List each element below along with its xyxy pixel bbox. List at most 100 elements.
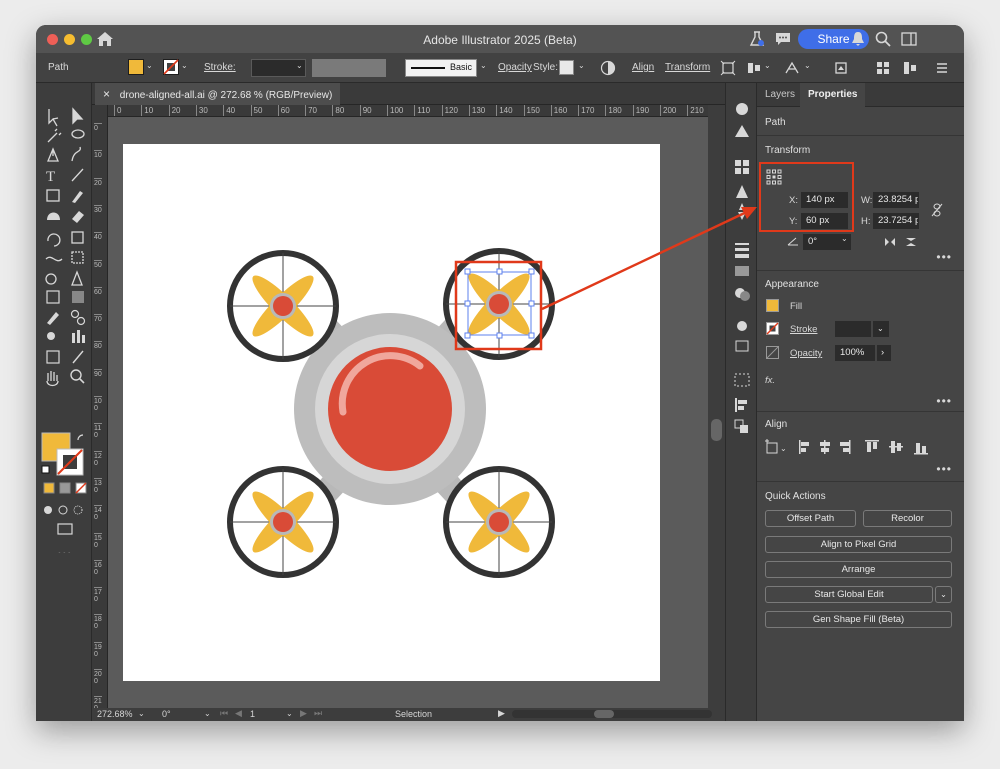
- default-fill-stroke-icon[interactable]: [41, 465, 50, 474]
- align-panel-icon[interactable]: [735, 398, 737, 412]
- recolor-artwork-icon[interactable]: [600, 60, 616, 76]
- align-to-pixel-grid-button[interactable]: Align to Pixel Grid: [765, 536, 952, 553]
- recolor-button[interactable]: Recolor: [863, 510, 952, 527]
- fill-color-swatch[interactable]: [128, 59, 144, 75]
- align-bottom-icon[interactable]: [914, 443, 928, 455]
- global-edit-chevron-icon[interactable]: ⌄: [935, 586, 952, 603]
- screen-mode-icon[interactable]: [57, 523, 73, 535]
- distribute-icon[interactable]: [902, 60, 918, 76]
- draw-inside-icon[interactable]: [73, 505, 83, 515]
- align-horizontal-center-icon[interactable]: [820, 440, 830, 454]
- vertical-scroll-thumb[interactable]: [711, 419, 722, 441]
- transform-panel-icon[interactable]: [734, 373, 750, 387]
- align-top-icon[interactable]: [865, 440, 879, 452]
- graphic-styles-icon[interactable]: [735, 340, 749, 352]
- opacity-field[interactable]: 100%: [835, 345, 875, 361]
- align-vertical-center-icon[interactable]: [889, 441, 903, 453]
- rotor-3[interactable]: [227, 466, 339, 578]
- stroke-label[interactable]: Stroke:: [204, 62, 236, 73]
- magic-wand-tool-icon[interactable]: [47, 128, 62, 143]
- last-artboard-icon[interactable]: ⏭: [314, 708, 322, 719]
- flip-vertical-icon[interactable]: [905, 237, 917, 247]
- status-menu-icon[interactable]: ▶: [498, 708, 505, 719]
- stroke-weight-chevron-icon[interactable]: ⌄: [873, 321, 889, 337]
- start-global-edit-button[interactable]: Start Global Edit: [765, 586, 933, 603]
- lasso-tool-icon[interactable]: [71, 129, 85, 139]
- hand-tool-icon[interactable]: [46, 371, 59, 387]
- arrange-documents-icon[interactable]: [875, 60, 891, 76]
- rectangle-tool-icon[interactable]: [46, 189, 60, 202]
- fill-dropdown-chevron-icon[interactable]: ⌄: [146, 61, 153, 70]
- gen-shape-fill-button[interactable]: Gen Shape Fill (Beta): [765, 611, 952, 628]
- type-tool-icon[interactable]: T: [46, 169, 55, 185]
- artboard-tool-icon[interactable]: [46, 350, 60, 364]
- zoom-level[interactable]: 272.68%: [97, 709, 133, 719]
- close-tab-icon[interactable]: ×: [103, 87, 110, 101]
- align-link[interactable]: Align: [632, 62, 654, 73]
- rotor-1[interactable]: [227, 250, 339, 362]
- direct-selection-tool-icon[interactable]: [72, 107, 84, 125]
- stroke-dropdown-chevron-icon[interactable]: ⌄: [181, 61, 188, 70]
- rotate-tool-icon[interactable]: [47, 233, 61, 247]
- perspective-grid-tool-icon[interactable]: [71, 270, 83, 286]
- width-tool-icon[interactable]: [45, 256, 63, 262]
- flip-horizontal-icon[interactable]: [884, 237, 896, 247]
- rotation-chevron-icon[interactable]: ⌄: [204, 709, 211, 718]
- gradient-panel-icon[interactable]: [735, 266, 749, 276]
- gradient-tool-icon[interactable]: [72, 291, 84, 303]
- color-panel-icon[interactable]: [736, 103, 748, 115]
- swatches-panel-icon[interactable]: [735, 160, 741, 166]
- tab-properties[interactable]: Properties: [800, 83, 866, 107]
- tab-layers[interactable]: Layers: [757, 83, 803, 107]
- eraser-tool-icon[interactable]: [72, 211, 84, 223]
- shaper-tool-icon[interactable]: [47, 212, 60, 221]
- artboard-chevron-icon[interactable]: ⌄: [286, 709, 293, 718]
- opacity-label[interactable]: Opacity: [498, 62, 532, 73]
- first-artboard-icon[interactable]: ⏮: [220, 708, 228, 719]
- slice-tool-icon[interactable]: [72, 350, 84, 364]
- canvas-area[interactable]: [108, 117, 708, 708]
- rotor-2[interactable]: [443, 248, 555, 360]
- width-field[interactable]: 23.8254 p: [873, 192, 919, 208]
- align-left-icon[interactable]: [799, 440, 809, 454]
- flask-icon[interactable]: [748, 30, 766, 48]
- appearance-stroke-swatch[interactable]: [766, 322, 779, 335]
- pen-tool-icon[interactable]: [47, 147, 59, 162]
- zoom-tool-icon[interactable]: [79, 378, 85, 384]
- mesh-tool-icon[interactable]: [46, 290, 60, 304]
- artboard-number[interactable]: 1: [250, 709, 255, 719]
- align-options-chevron-icon[interactable]: ⌄: [764, 61, 771, 70]
- next-artboard-icon[interactable]: ▶: [300, 708, 307, 719]
- search-icon[interactable]: [874, 30, 892, 48]
- color-mode-icon[interactable]: [43, 482, 55, 494]
- workspace-panels-icon[interactable]: [900, 30, 918, 48]
- curvature-tool-icon[interactable]: [71, 146, 81, 162]
- comments-icon[interactable]: [774, 30, 792, 48]
- transform-link[interactable]: Transform: [665, 62, 710, 73]
- opacity-arrow-icon[interactable]: ›: [877, 345, 891, 361]
- appearance-opacity-label[interactable]: Opacity: [790, 348, 822, 359]
- draw-behind-icon[interactable]: [58, 505, 68, 515]
- stroke-color-box[interactable]: [56, 448, 84, 476]
- gradient-mode-icon[interactable]: [59, 482, 71, 494]
- eyedropper-tool-icon[interactable]: [47, 312, 59, 325]
- none-mode-icon[interactable]: [75, 482, 87, 494]
- edit-toolbar-icon[interactable]: •••: [57, 546, 72, 553]
- drone-illustration[interactable]: [123, 144, 660, 681]
- height-field[interactable]: 23.7254 p: [873, 213, 919, 229]
- stroke-panel-icon[interactable]: [735, 243, 749, 245]
- column-graph-tool-icon[interactable]: [82, 335, 85, 343]
- stroke-weight-chevron-icon[interactable]: ⌄: [296, 61, 303, 70]
- align-options-icon[interactable]: [746, 60, 762, 76]
- prev-artboard-icon[interactable]: ◀: [235, 708, 242, 719]
- paintbrush-tool-icon[interactable]: [72, 191, 83, 203]
- rotor-4[interactable]: [443, 466, 555, 578]
- artboard[interactable]: [123, 144, 660, 681]
- free-transform-tool-icon[interactable]: [71, 251, 84, 264]
- line-tool-icon[interactable]: [71, 168, 84, 182]
- appearance-fill-swatch[interactable]: [766, 299, 779, 312]
- graphic-style-swatch[interactable]: [559, 60, 574, 75]
- blend-tool-icon[interactable]: [76, 316, 86, 326]
- isolate-selected-icon[interactable]: [720, 60, 736, 76]
- color-guide-icon[interactable]: [735, 125, 749, 137]
